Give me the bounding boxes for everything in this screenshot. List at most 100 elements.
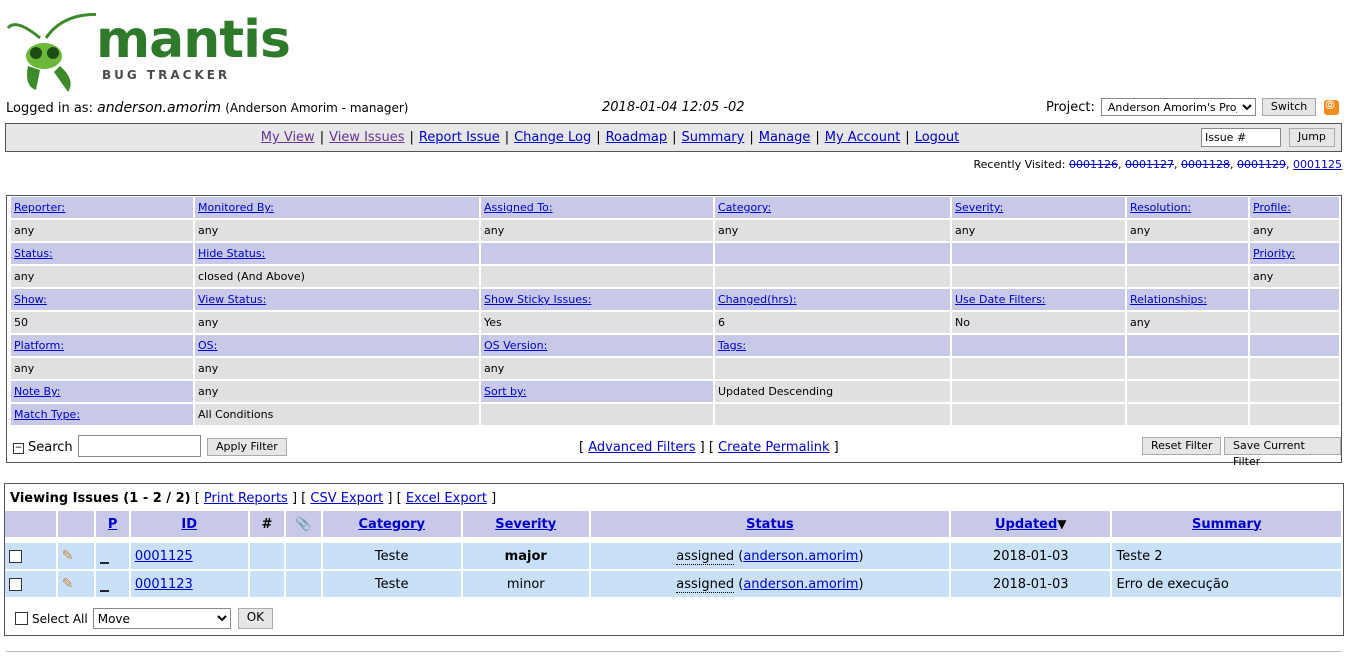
rss-icon[interactable] — [1324, 98, 1340, 115]
jump-button[interactable]: Jump — [1289, 128, 1335, 147]
filter-row: 50 any Yes 6 No any — [11, 312, 1341, 335]
filter-label-link[interactable]: Monitored By: — [198, 201, 274, 214]
filter-label-link[interactable]: Sort by: — [484, 385, 526, 398]
filter-label-link[interactable]: Note By: — [14, 385, 61, 398]
filter-links: [ Advanced Filters ] [ Create Permalink … — [579, 440, 839, 455]
recent-issue-link[interactable]: 0001129 — [1237, 158, 1286, 171]
bulk-action-select[interactable]: Move — [92, 608, 231, 629]
viewing-issues-title: Viewing Issues (1 - 2 / 2) — [10, 491, 191, 506]
menu-logout[interactable]: Logout — [915, 130, 960, 145]
filter-cell: OS Version: — [481, 335, 715, 358]
advanced-filters-link[interactable]: Advanced Filters — [588, 440, 695, 455]
filter-cell: any — [481, 358, 715, 381]
excel-export-link[interactable]: Excel Export — [406, 491, 487, 506]
filter-value: All Conditions — [198, 408, 274, 421]
edit-pencil-icon[interactable]: ✎ — [62, 548, 74, 564]
filter-cell — [1250, 404, 1341, 427]
filter-cell: any — [1127, 220, 1250, 243]
filter-label-link[interactable]: Assigned To: — [484, 201, 553, 214]
filter-cell — [1127, 335, 1250, 358]
recent-issue-link[interactable]: 0001125 — [1293, 158, 1342, 171]
ok-button[interactable]: OK — [237, 608, 274, 629]
recent-issue-link[interactable]: 0001127 — [1125, 158, 1174, 171]
menu-my-view[interactable]: My View — [261, 130, 315, 145]
recent-issue-link[interactable]: 0001128 — [1181, 158, 1230, 171]
filter-cell — [481, 404, 715, 427]
menu-view-issues[interactable]: View Issues — [329, 130, 404, 145]
switch-button[interactable]: Switch — [1261, 98, 1317, 116]
priority-cell — [96, 571, 131, 599]
row-checkbox[interactable] — [9, 549, 22, 563]
filter-label-link[interactable]: OS: — [198, 339, 217, 352]
reset-filter-button[interactable]: Reset Filter — [1142, 437, 1222, 455]
col-summary[interactable]: Summary — [1112, 511, 1343, 537]
col-id[interactable]: ID — [130, 511, 250, 537]
col-status[interactable]: Status — [590, 511, 952, 537]
select-all-label: Select All — [32, 611, 88, 626]
col-category[interactable]: Category — [322, 511, 463, 537]
filter-label-link[interactable]: Severity: — [955, 201, 1003, 214]
handler-link[interactable]: anderson.amorim — [743, 549, 858, 564]
filter-label-link[interactable]: Resolution: — [1130, 201, 1191, 214]
issue-id-link[interactable]: 0001125 — [135, 549, 193, 564]
apply-filter-button[interactable]: Apply Filter — [207, 438, 287, 456]
row-checkbox[interactable] — [9, 577, 22, 591]
logged-in-label: Logged in as: — [6, 101, 93, 116]
filter-label-link[interactable]: Priority: — [1253, 247, 1295, 260]
issue-id-link[interactable]: 0001123 — [135, 577, 193, 592]
col-severity[interactable]: Severity — [462, 511, 591, 537]
filter-table: Reporter: Monitored By: Assigned To: Catego… — [11, 197, 1341, 427]
filter-label-link[interactable]: Tags: — [718, 339, 746, 352]
col-updated[interactable]: Updated▼ — [951, 511, 1113, 537]
col-priority[interactable]: P — [96, 511, 131, 537]
project-select[interactable]: Anderson Amorim's Project — [1100, 98, 1256, 116]
search-input[interactable] — [78, 435, 201, 457]
mantis-logo[interactable]: mantis BUG TRACKER — [6, 8, 291, 92]
menu-manage[interactable]: Manage — [759, 130, 811, 145]
id-cell: 0001123 — [130, 571, 250, 599]
search-label: − Search — [13, 440, 73, 455]
menu-summary[interactable]: Summary — [682, 130, 745, 145]
bulk-actions: Select All Move OK — [15, 608, 274, 629]
print-reports-link[interactable]: Print Reports — [204, 491, 288, 506]
severity-value: major — [504, 548, 547, 564]
filter-label-link[interactable]: Changed(hrs): — [718, 293, 797, 306]
collapse-icon[interactable]: − — [13, 443, 24, 454]
issue-number-input[interactable] — [1201, 128, 1281, 147]
filter-cell: Platform: — [11, 335, 195, 358]
select-all-checkbox[interactable] — [15, 612, 28, 625]
filter-label-link[interactable]: Platform: — [14, 339, 64, 352]
menu-roadmap[interactable]: Roadmap — [606, 130, 668, 145]
filter-label-link[interactable]: Show Sticky Issues: — [484, 293, 591, 306]
menu-change-log[interactable]: Change Log — [514, 130, 591, 145]
filter-label-link[interactable]: Use Date Filters: — [955, 293, 1046, 306]
filter-cell — [715, 266, 952, 289]
recent-issue-link[interactable]: 0001126 — [1069, 158, 1118, 171]
csv-export-link[interactable]: CSV Export — [310, 491, 383, 506]
filter-value: Yes — [484, 316, 502, 329]
filter-label-link[interactable]: View Status: — [198, 293, 266, 306]
create-permalink-link[interactable]: Create Permalink — [718, 440, 829, 455]
filter-cell: Reporter: — [11, 197, 195, 220]
save-filter-button[interactable]: Save Current Filter — [1224, 437, 1341, 468]
filter-label-link[interactable]: Hide Status: — [198, 247, 265, 260]
filter-value: Updated Descending — [718, 385, 834, 398]
filter-label-link[interactable]: Reporter: — [14, 201, 65, 214]
filter-cell: Category: — [715, 197, 952, 220]
filter-row: any any any — [11, 358, 1341, 381]
filter-value: any — [198, 224, 219, 237]
menu-report-issue[interactable]: Report Issue — [419, 130, 500, 145]
filter-label-link[interactable]: Relationships: — [1130, 293, 1207, 306]
filter-label-link[interactable]: OS Version: — [484, 339, 547, 352]
issues-caption: Viewing Issues (1 - 2 / 2) [ Print Repor… — [10, 491, 497, 506]
filter-label-link[interactable]: Match Type: — [14, 408, 80, 421]
menu-my-account[interactable]: My Account — [825, 130, 901, 145]
filter-label-link[interactable]: Category: — [718, 201, 771, 214]
edit-pencil-icon[interactable]: ✎ — [62, 576, 74, 592]
filter-label-link[interactable]: Profile: — [1253, 201, 1291, 214]
filter-label-link[interactable]: Status: — [14, 247, 53, 260]
filter-label-link[interactable]: Show: — [14, 293, 47, 306]
filter-row: Show: View Status: Show Sticky Issues: Chan… — [11, 289, 1341, 312]
priority-normal-icon — [100, 562, 110, 564]
handler-link[interactable]: anderson.amorim — [743, 577, 858, 592]
